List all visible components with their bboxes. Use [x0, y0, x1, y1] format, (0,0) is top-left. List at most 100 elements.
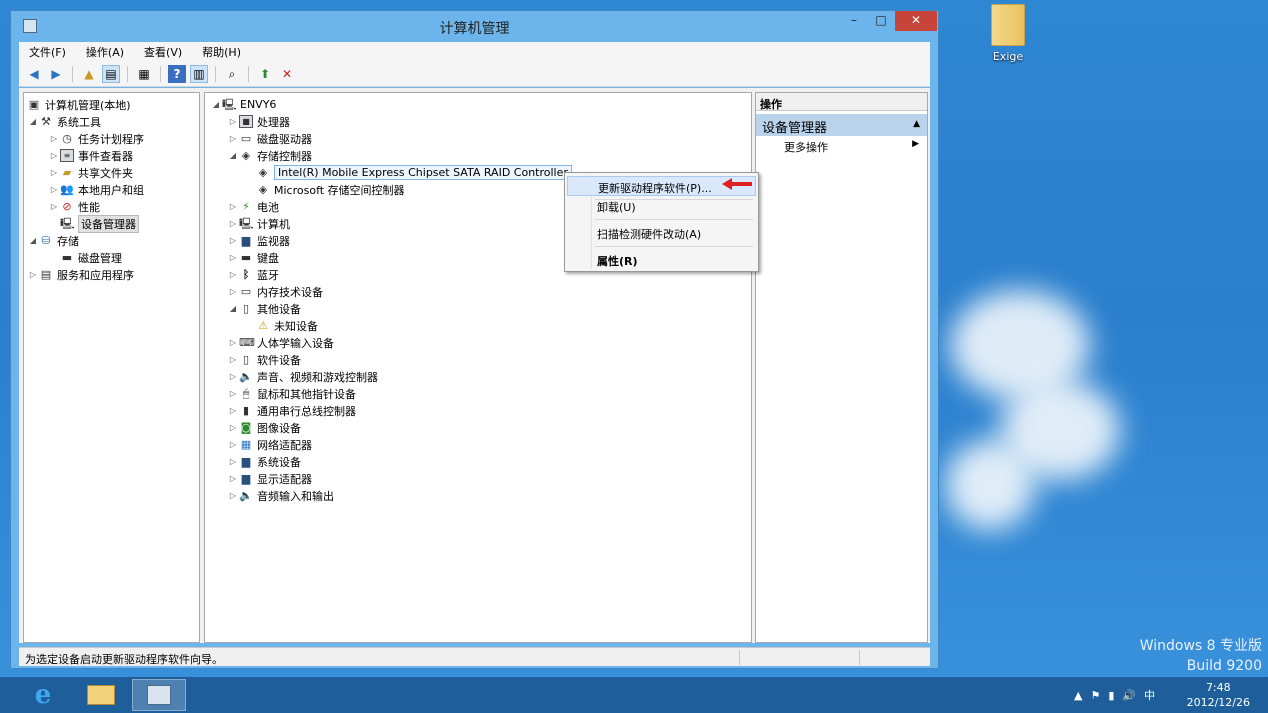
expand-arrow-icon[interactable]: ▷	[227, 117, 239, 126]
expand-arrow-icon[interactable]: ▷	[227, 355, 239, 364]
expand-arrow-icon[interactable]: ▷	[227, 372, 239, 381]
network-signal-icon[interactable]: ▮	[1108, 689, 1114, 702]
expand-arrow-icon[interactable]: ▷	[48, 151, 60, 160]
device-category-mice[interactable]: ▷ 🖱 鼠标和其他指针设备	[227, 385, 356, 402]
close-button[interactable]: ✕	[895, 11, 937, 31]
minimize-button[interactable]: –	[841, 11, 867, 31]
device-category-computer[interactable]: ▷ 🖳 计算机	[227, 215, 290, 232]
device-category-software[interactable]: ▷ ▯ 软件设备	[227, 351, 301, 368]
expand-arrow-icon[interactable]: ▷	[227, 440, 239, 449]
menu-view[interactable]: 查看(V)	[134, 44, 192, 60]
tree-item-system-tools[interactable]: ◢ ⚒ 系统工具	[27, 113, 101, 130]
actions-section-device-manager[interactable]: 设备管理器 ▲	[756, 114, 927, 136]
device-microsoft-storage-spaces[interactable]: ◈ Microsoft 存储空间控制器	[256, 181, 405, 198]
update-driver-icon[interactable]: ⬆	[256, 65, 274, 83]
device-category-hid[interactable]: ▷ ⌨ 人体学输入设备	[227, 334, 334, 351]
properties-icon[interactable]: ▦	[135, 65, 153, 83]
up-icon[interactable]: ▲	[80, 65, 98, 83]
show-hide-tree-icon[interactable]: ▤	[102, 65, 120, 83]
expand-arrow-icon[interactable]: ▷	[27, 270, 39, 279]
device-category-other[interactable]: ◢ ▯ 其他设备	[227, 300, 301, 317]
menu-item-properties[interactable]: 属性(R)	[567, 250, 756, 270]
device-category-storage-controllers[interactable]: ◢ ◈ 存储控制器	[227, 147, 312, 164]
device-category-sound[interactable]: ▷ 🔈 声音、视频和游戏控制器	[227, 368, 378, 385]
uninstall-icon[interactable]: ✕	[278, 65, 296, 83]
collapse-arrow-icon[interactable]: ◢	[227, 151, 239, 160]
tree-item-root[interactable]: ▣ 计算机管理(本地)	[27, 96, 131, 113]
device-category-network[interactable]: ▷ ▦ 网络适配器	[227, 436, 312, 453]
device-category-system[interactable]: ▷ ▆ 系统设备	[227, 453, 301, 470]
device-category-battery[interactable]: ▷ ⚡ 电池	[227, 198, 279, 215]
device-category-usb[interactable]: ▷ ▮ 通用串行总线控制器	[227, 402, 356, 419]
device-category-keyboards[interactable]: ▷ ▬ 键盘	[227, 249, 279, 266]
collapse-arrow-icon[interactable]: ◢	[210, 100, 222, 109]
scan-icon[interactable]: ⌕	[223, 65, 241, 83]
device-category-disk-drives[interactable]: ▷ ▭ 磁盘驱动器	[227, 130, 312, 147]
expand-arrow-icon[interactable]: ▷	[227, 491, 239, 500]
menu-file[interactable]: 文件(F)	[19, 44, 76, 60]
expand-arrow-icon[interactable]: ▷	[227, 236, 239, 245]
back-icon[interactable]: ◀	[25, 65, 43, 83]
maximize-button[interactable]: □	[868, 11, 894, 31]
forward-icon[interactable]: ▶	[47, 65, 65, 83]
expand-arrow-icon[interactable]: ▷	[227, 287, 239, 296]
menu-help[interactable]: 帮助(H)	[192, 44, 251, 60]
tree-item-disk-management[interactable]: ▬ 磁盘管理	[60, 249, 122, 266]
tree-item-local-users[interactable]: ▷ 👥 本地用户和组	[48, 181, 144, 198]
menu-item-uninstall[interactable]: 卸载(U)	[567, 196, 756, 216]
tree-item-task-scheduler[interactable]: ▷ ◷ 任务计划程序	[48, 130, 144, 147]
device-category-display[interactable]: ▷ ▆ 显示适配器	[227, 470, 312, 487]
tree-item-storage[interactable]: ◢ ⛁ 存储	[27, 232, 79, 249]
collapse-arrow-icon[interactable]: ◢	[27, 236, 39, 245]
expand-arrow-icon[interactable]: ▷	[227, 270, 239, 279]
help-icon[interactable]: ?	[168, 65, 186, 83]
expand-arrow-icon[interactable]: ▷	[48, 168, 60, 177]
show-hidden-icons-icon[interactable]: ▲	[1074, 689, 1082, 702]
device-category-monitors[interactable]: ▷ ▆ 监视器	[227, 232, 290, 249]
tree-item-device-manager[interactable]: 🖳 设备管理器	[60, 214, 139, 233]
taskbar-computer-management[interactable]	[132, 679, 186, 711]
device-category-memory-tech[interactable]: ▷ ▭ 内存技术设备	[227, 283, 323, 300]
expand-arrow-icon[interactable]: ▷	[227, 253, 239, 262]
taskbar-file-explorer[interactable]	[74, 679, 128, 711]
tree-item-services-apps[interactable]: ▷ ▤ 服务和应用程序	[27, 266, 134, 283]
expand-arrow-icon[interactable]: ▷	[227, 474, 239, 483]
volume-icon[interactable]: 🔊	[1122, 689, 1136, 702]
collapse-up-icon[interactable]: ▲	[913, 119, 920, 129]
tree-item-shared-folders[interactable]: ▷ ▰ 共享文件夹	[48, 164, 133, 181]
menu-item-scan-hardware[interactable]: 扫描检测硬件改动(A)	[567, 223, 756, 243]
build-text: Build 9200	[1186, 658, 1262, 674]
expand-arrow-icon[interactable]: ▷	[227, 423, 239, 432]
device-root[interactable]: ◢ 🖳 ENVY6	[210, 96, 277, 113]
collapse-arrow-icon[interactable]: ◢	[27, 117, 39, 126]
clock[interactable]: 7:48 2012/12/26	[1187, 680, 1250, 710]
taskbar-internet-explorer[interactable]: e	[16, 679, 70, 711]
expand-arrow-icon[interactable]: ▷	[227, 202, 239, 211]
action-center-flag-icon[interactable]: ⚑	[1090, 689, 1100, 702]
expand-arrow-icon[interactable]: ▷	[227, 338, 239, 347]
device-category-imaging[interactable]: ▷ ◙ 图像设备	[227, 419, 301, 436]
title-bar[interactable]: 计算机管理 – □ ✕	[11, 11, 938, 41]
expand-arrow-icon[interactable]: ▷	[227, 219, 239, 228]
tree-item-performance[interactable]: ▷ ⊘ 性能	[48, 198, 100, 215]
expand-arrow-icon[interactable]: ▷	[48, 202, 60, 211]
device-category-audio-io[interactable]: ▷ 🔈 音频输入和输出	[227, 487, 334, 504]
device-category-bluetooth[interactable]: ▷ ᛒ 蓝牙	[227, 266, 279, 283]
storage-controller-icon: ◈	[258, 183, 268, 196]
device-unknown[interactable]: ⚠ 未知设备	[256, 317, 318, 334]
action-pane-icon[interactable]: ▥	[190, 65, 208, 83]
expand-arrow-icon[interactable]: ▷	[227, 134, 239, 143]
menu-action[interactable]: 操作(A)	[76, 44, 134, 60]
device-category-processors[interactable]: ▷ ■ 处理器	[227, 113, 290, 130]
expand-arrow-icon[interactable]: ▷	[227, 457, 239, 466]
tree-item-event-viewer[interactable]: ▷ ≡ 事件查看器	[48, 147, 133, 164]
expand-arrow-icon[interactable]: ▷	[48, 185, 60, 194]
collapse-arrow-icon[interactable]: ◢	[227, 304, 239, 313]
expand-arrow-icon[interactable]: ▷	[48, 134, 60, 143]
expand-arrow-icon[interactable]: ▷	[227, 389, 239, 398]
input-method-indicator[interactable]: 中	[1144, 687, 1155, 703]
more-actions-link[interactable]: 更多操作	[784, 139, 828, 155]
expand-arrow-icon[interactable]: ▷	[227, 406, 239, 415]
desktop-folder-exige[interactable]: Exige	[983, 4, 1033, 63]
device-intel-sata-raid[interactable]: ◈ Intel(R) Mobile Express Chipset SATA R…	[256, 164, 572, 181]
